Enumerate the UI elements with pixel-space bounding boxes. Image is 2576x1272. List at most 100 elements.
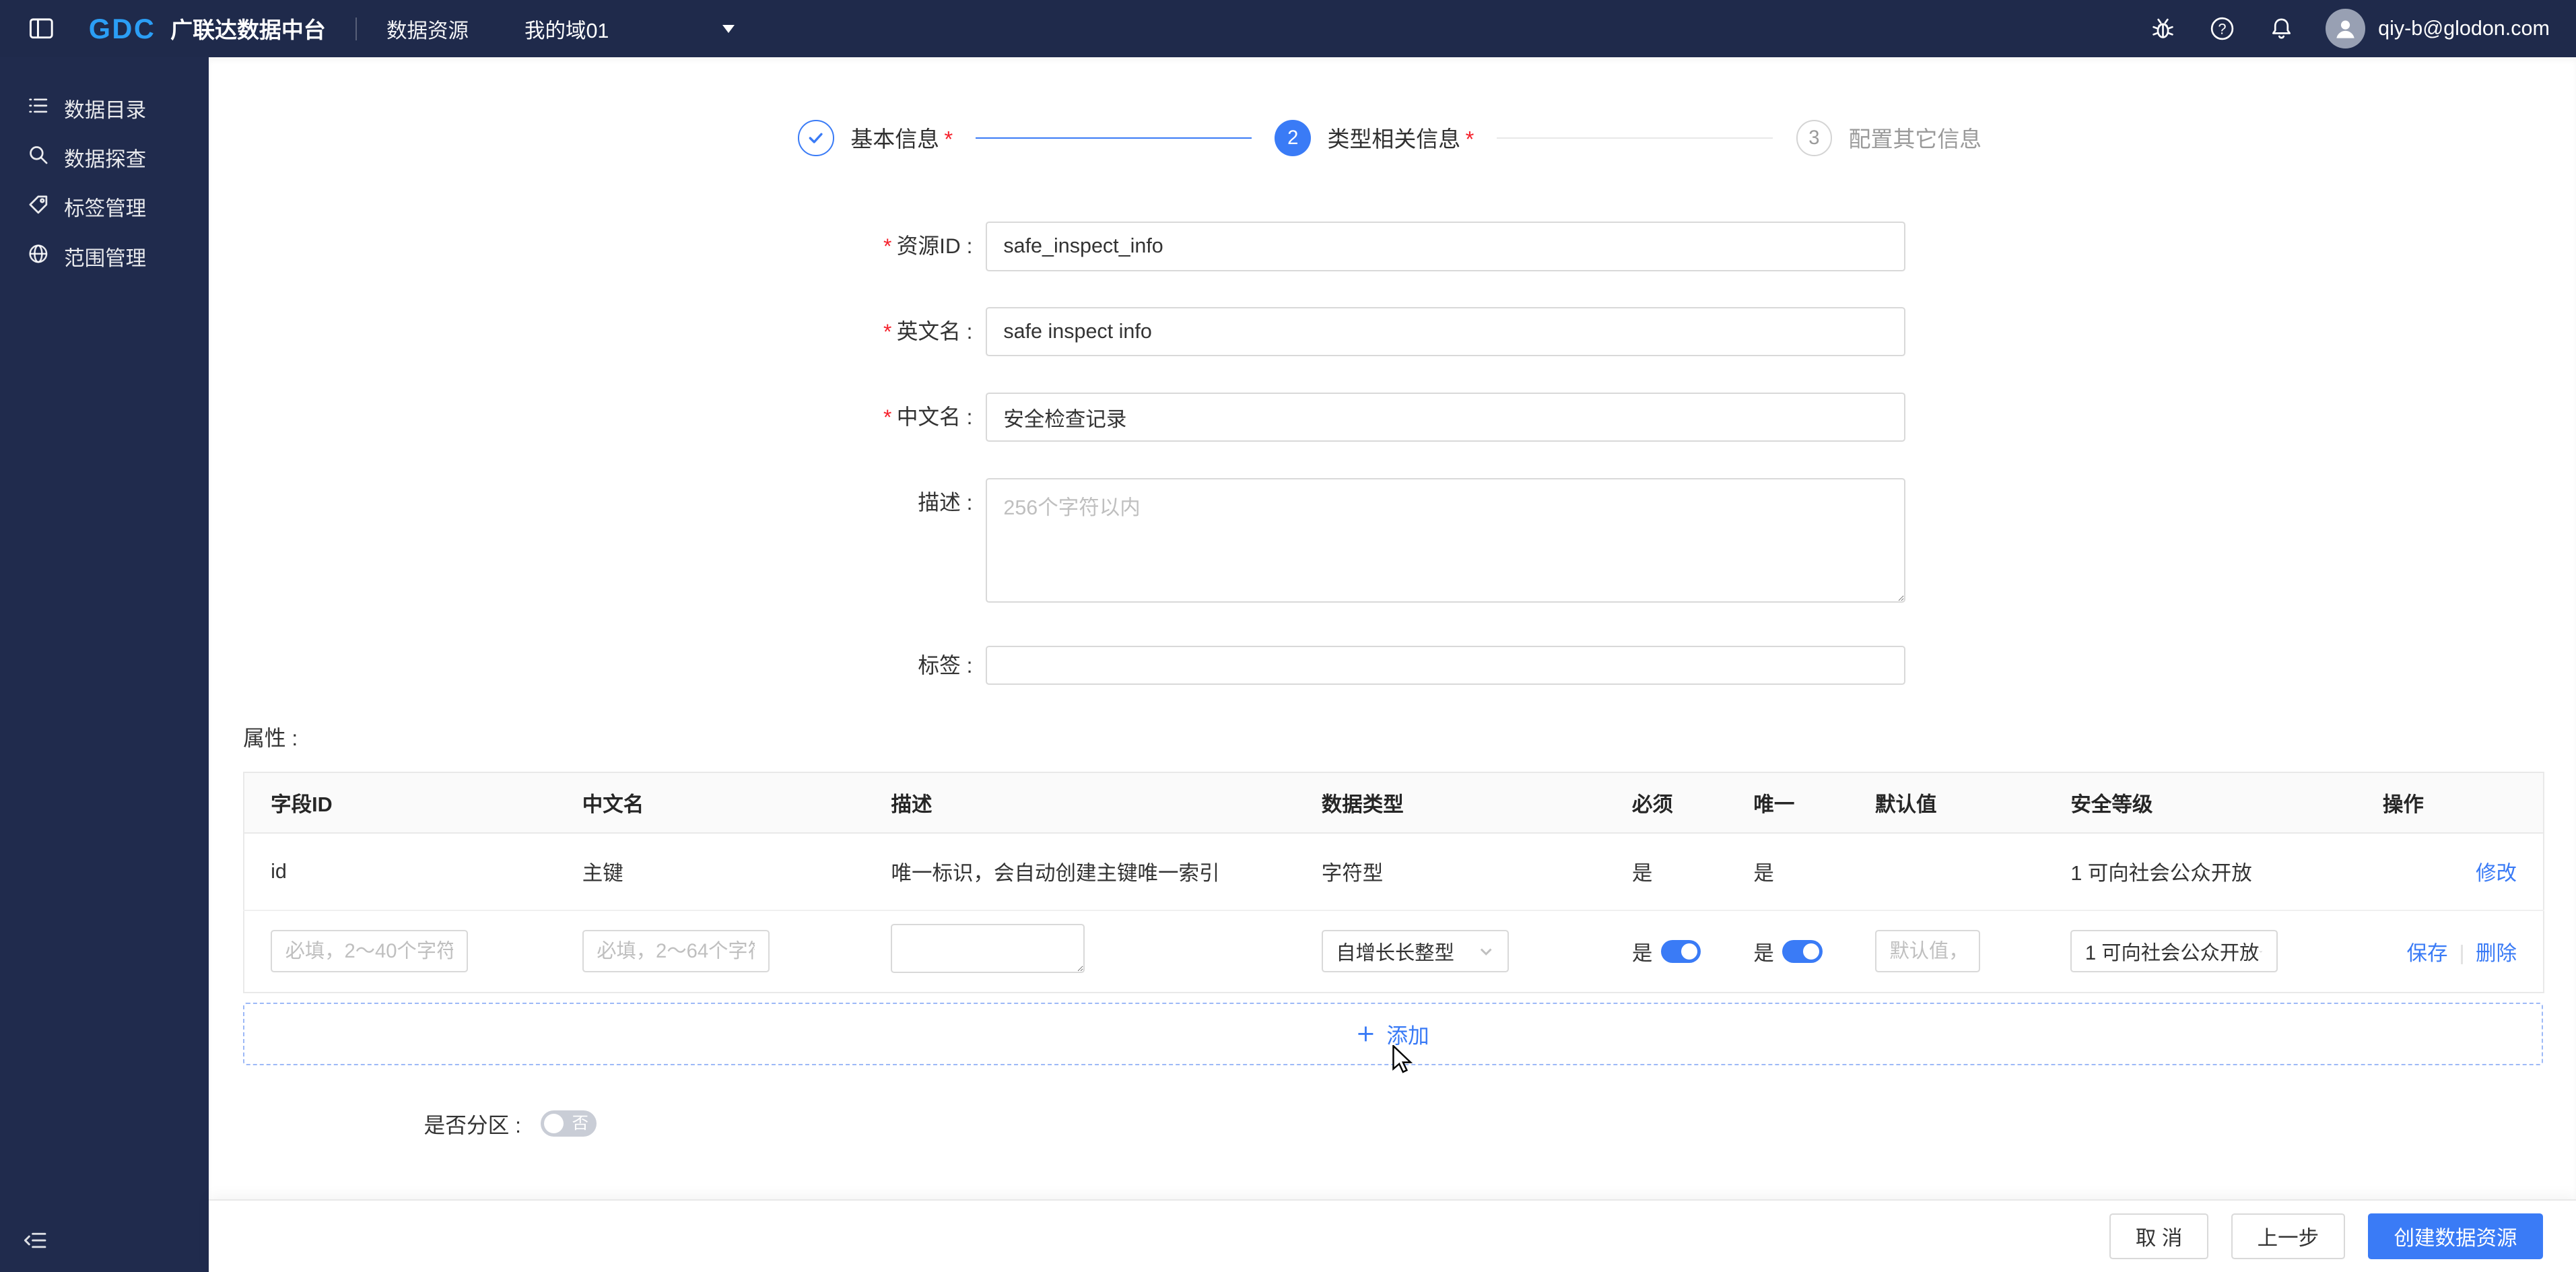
previous-step-button[interactable]: 上一步 bbox=[2231, 1213, 2345, 1260]
form-row-resource-id: * 资源ID : bbox=[209, 222, 2576, 271]
col-security: 安全等级 bbox=[2044, 772, 2357, 834]
col-required: 必须 bbox=[1605, 772, 1728, 834]
col-default: 默认值 bbox=[1848, 772, 2045, 834]
partition-row: 是否分区 : 否 bbox=[424, 1108, 2576, 1139]
field-cn-name-input[interactable] bbox=[582, 929, 770, 973]
sidebar-collapse-icon[interactable] bbox=[23, 1229, 48, 1259]
step-indicator: 基本信息 * 2 类型相关信息 * 3 配置其它信息 bbox=[209, 120, 2576, 156]
tags-input[interactable] bbox=[985, 645, 1906, 685]
sidebar-item-data-catalog[interactable]: 数据目录 bbox=[0, 83, 209, 133]
add-field-button[interactable]: 添加 bbox=[243, 1003, 2544, 1066]
col-unique: 唯一 bbox=[1727, 772, 1849, 834]
unique-toggle-label: 是 bbox=[1753, 941, 1774, 965]
step-connector-todo bbox=[1497, 137, 1773, 139]
partition-label: 是否分区 : bbox=[423, 1112, 522, 1137]
col-cn-name: 中文名 bbox=[555, 772, 865, 834]
description-label: 描述 : bbox=[918, 490, 973, 514]
sidebar-nav: 数据目录 数据探查 标签管理 范围管理 bbox=[0, 57, 209, 281]
cell-unique: 是 bbox=[1727, 833, 1849, 911]
attributes-label: 属性 : bbox=[243, 726, 298, 751]
app-title: 广联达数据中台 bbox=[170, 18, 326, 43]
resource-id-input[interactable] bbox=[985, 222, 1906, 271]
sidebar-item-data-explore[interactable]: 数据探查 bbox=[0, 133, 209, 182]
required-toggle-wrap: 是 bbox=[1632, 937, 1701, 966]
domain-select[interactable]: 我的域01 bbox=[524, 14, 735, 44]
topbar-divider bbox=[355, 17, 358, 40]
step-connector-done bbox=[976, 137, 1252, 139]
add-field-label: 添加 bbox=[1386, 1023, 1429, 1048]
data-type-select[interactable]: 自增长长整型 bbox=[1321, 929, 1509, 973]
attributes-table: 字段ID 中文名 描述 数据类型 必须 唯一 默认值 安全等级 操作 id 主键… bbox=[243, 772, 2545, 993]
step1-check-circle bbox=[798, 120, 834, 156]
nav-data-resources[interactable]: 数据资源 bbox=[386, 14, 469, 44]
sidebar-item-label: 数据探查 bbox=[64, 148, 147, 172]
step3-circle: 3 bbox=[1796, 120, 1833, 156]
sidebar-item-scope-management[interactable]: 范围管理 bbox=[0, 232, 209, 281]
globe-icon bbox=[28, 243, 49, 270]
tags-label: 标签 : bbox=[918, 652, 973, 677]
resource-id-label: * 资源ID : bbox=[883, 234, 973, 259]
cell-default bbox=[1848, 833, 2045, 911]
en-name-input[interactable] bbox=[985, 307, 1906, 357]
table-header-row: 字段ID 中文名 描述 数据类型 必须 唯一 默认值 安全等级 操作 bbox=[244, 772, 2544, 834]
sidebar-item-label: 范围管理 bbox=[64, 246, 147, 270]
help-icon[interactable]: ? bbox=[2207, 14, 2237, 44]
plus-icon bbox=[1358, 1026, 1374, 1042]
sidebar: 数据目录 数据探查 标签管理 范围管理 bbox=[0, 57, 209, 1272]
create-resource-button[interactable]: 创建数据资源 bbox=[2367, 1213, 2544, 1260]
bell-icon[interactable] bbox=[2266, 14, 2296, 44]
topbar-left: GDC 广联达数据中台 数据资源 我的域01 bbox=[26, 13, 735, 45]
cell-security: 1 可向社会公众开放 bbox=[2044, 833, 2357, 911]
cancel-button[interactable]: 取 消 bbox=[2109, 1213, 2208, 1260]
form-row-cn-name: * 中文名 : bbox=[209, 393, 2576, 442]
default-value-input[interactable] bbox=[1874, 929, 1981, 973]
col-actions: 操作 bbox=[2356, 772, 2544, 834]
edit-link[interactable]: 修改 bbox=[2476, 862, 2517, 885]
sidebar-item-label: 标签管理 bbox=[64, 197, 147, 221]
avatar bbox=[2326, 9, 2365, 48]
step-basic-info[interactable]: 基本信息 * bbox=[798, 120, 953, 156]
svg-text:?: ? bbox=[2218, 21, 2226, 38]
security-level-select[interactable]: 1 可向社会公众开放 bbox=[2070, 929, 2278, 973]
step-label: 基本信息 * bbox=[850, 127, 953, 152]
unique-toggle-wrap: 是 bbox=[1753, 937, 1823, 966]
debug-bug-icon[interactable] bbox=[2148, 14, 2178, 44]
required-toggle[interactable] bbox=[1660, 939, 1701, 963]
step-label: 类型相关信息 * bbox=[1327, 127, 1475, 152]
table-row-id: id 主键 唯一标识，会自动创建主键唯一索引 字符型 是 是 1 可向社会公众开… bbox=[244, 833, 2544, 911]
partition-toggle[interactable]: 否 bbox=[541, 1110, 597, 1137]
security-level-select-value: 1 可向社会公众开放 bbox=[2084, 941, 2260, 964]
field-id-input[interactable] bbox=[271, 929, 468, 973]
col-description: 描述 bbox=[865, 772, 1295, 834]
cn-name-input[interactable] bbox=[985, 393, 1906, 442]
delete-link[interactable]: 删除 bbox=[2476, 942, 2517, 965]
en-name-label: * 英文名 : bbox=[883, 319, 973, 344]
col-data-type: 数据类型 bbox=[1295, 772, 1606, 834]
unique-toggle[interactable] bbox=[1782, 939, 1823, 963]
layout-toggle-icon[interactable] bbox=[26, 14, 56, 44]
cell-required: 是 bbox=[1605, 833, 1728, 911]
step-label: 配置其它信息 bbox=[1848, 127, 1982, 152]
gdc-logo[interactable]: GDC bbox=[89, 13, 156, 45]
description-textarea[interactable] bbox=[985, 478, 1906, 603]
field-description-textarea[interactable] bbox=[891, 924, 1085, 974]
step2-circle: 2 bbox=[1275, 120, 1312, 156]
cell-description: 唯一标识，会自动创建主键唯一索引 bbox=[865, 833, 1295, 911]
main-content: 基本信息* 2 类型相关信息* 3 配置其它信息 *资源ID : *英文名 : bbox=[208, 57, 2576, 1272]
topbar: GDC 广联达数据中台 数据资源 我的域01 ? qiy-b@glodon.co… bbox=[0, 0, 2576, 58]
magnifier-icon bbox=[28, 144, 49, 171]
step-other-config[interactable]: 3 配置其它信息 bbox=[1796, 120, 1987, 156]
user-email: qiy-b@glodon.com bbox=[2378, 17, 2550, 40]
chevron-down-icon bbox=[2260, 950, 2263, 953]
cell-data-type: 字符型 bbox=[1295, 833, 1606, 911]
form-row-description: 描述 : bbox=[209, 478, 2576, 603]
cn-name-label: * 中文名 : bbox=[883, 405, 973, 430]
link-divider bbox=[2461, 945, 2463, 965]
step-type-info[interactable]: 2 类型相关信息 * bbox=[1275, 120, 1474, 156]
domain-select-value: 我的域01 bbox=[524, 19, 609, 42]
sidebar-item-tag-management[interactable]: 标签管理 bbox=[0, 182, 209, 232]
save-link[interactable]: 保存 bbox=[2407, 942, 2448, 965]
partition-toggle-text: 否 bbox=[572, 1114, 589, 1133]
account-menu[interactable]: qiy-b@glodon.com bbox=[2326, 9, 2550, 48]
form-row-en-name: * 英文名 : bbox=[209, 307, 2576, 357]
